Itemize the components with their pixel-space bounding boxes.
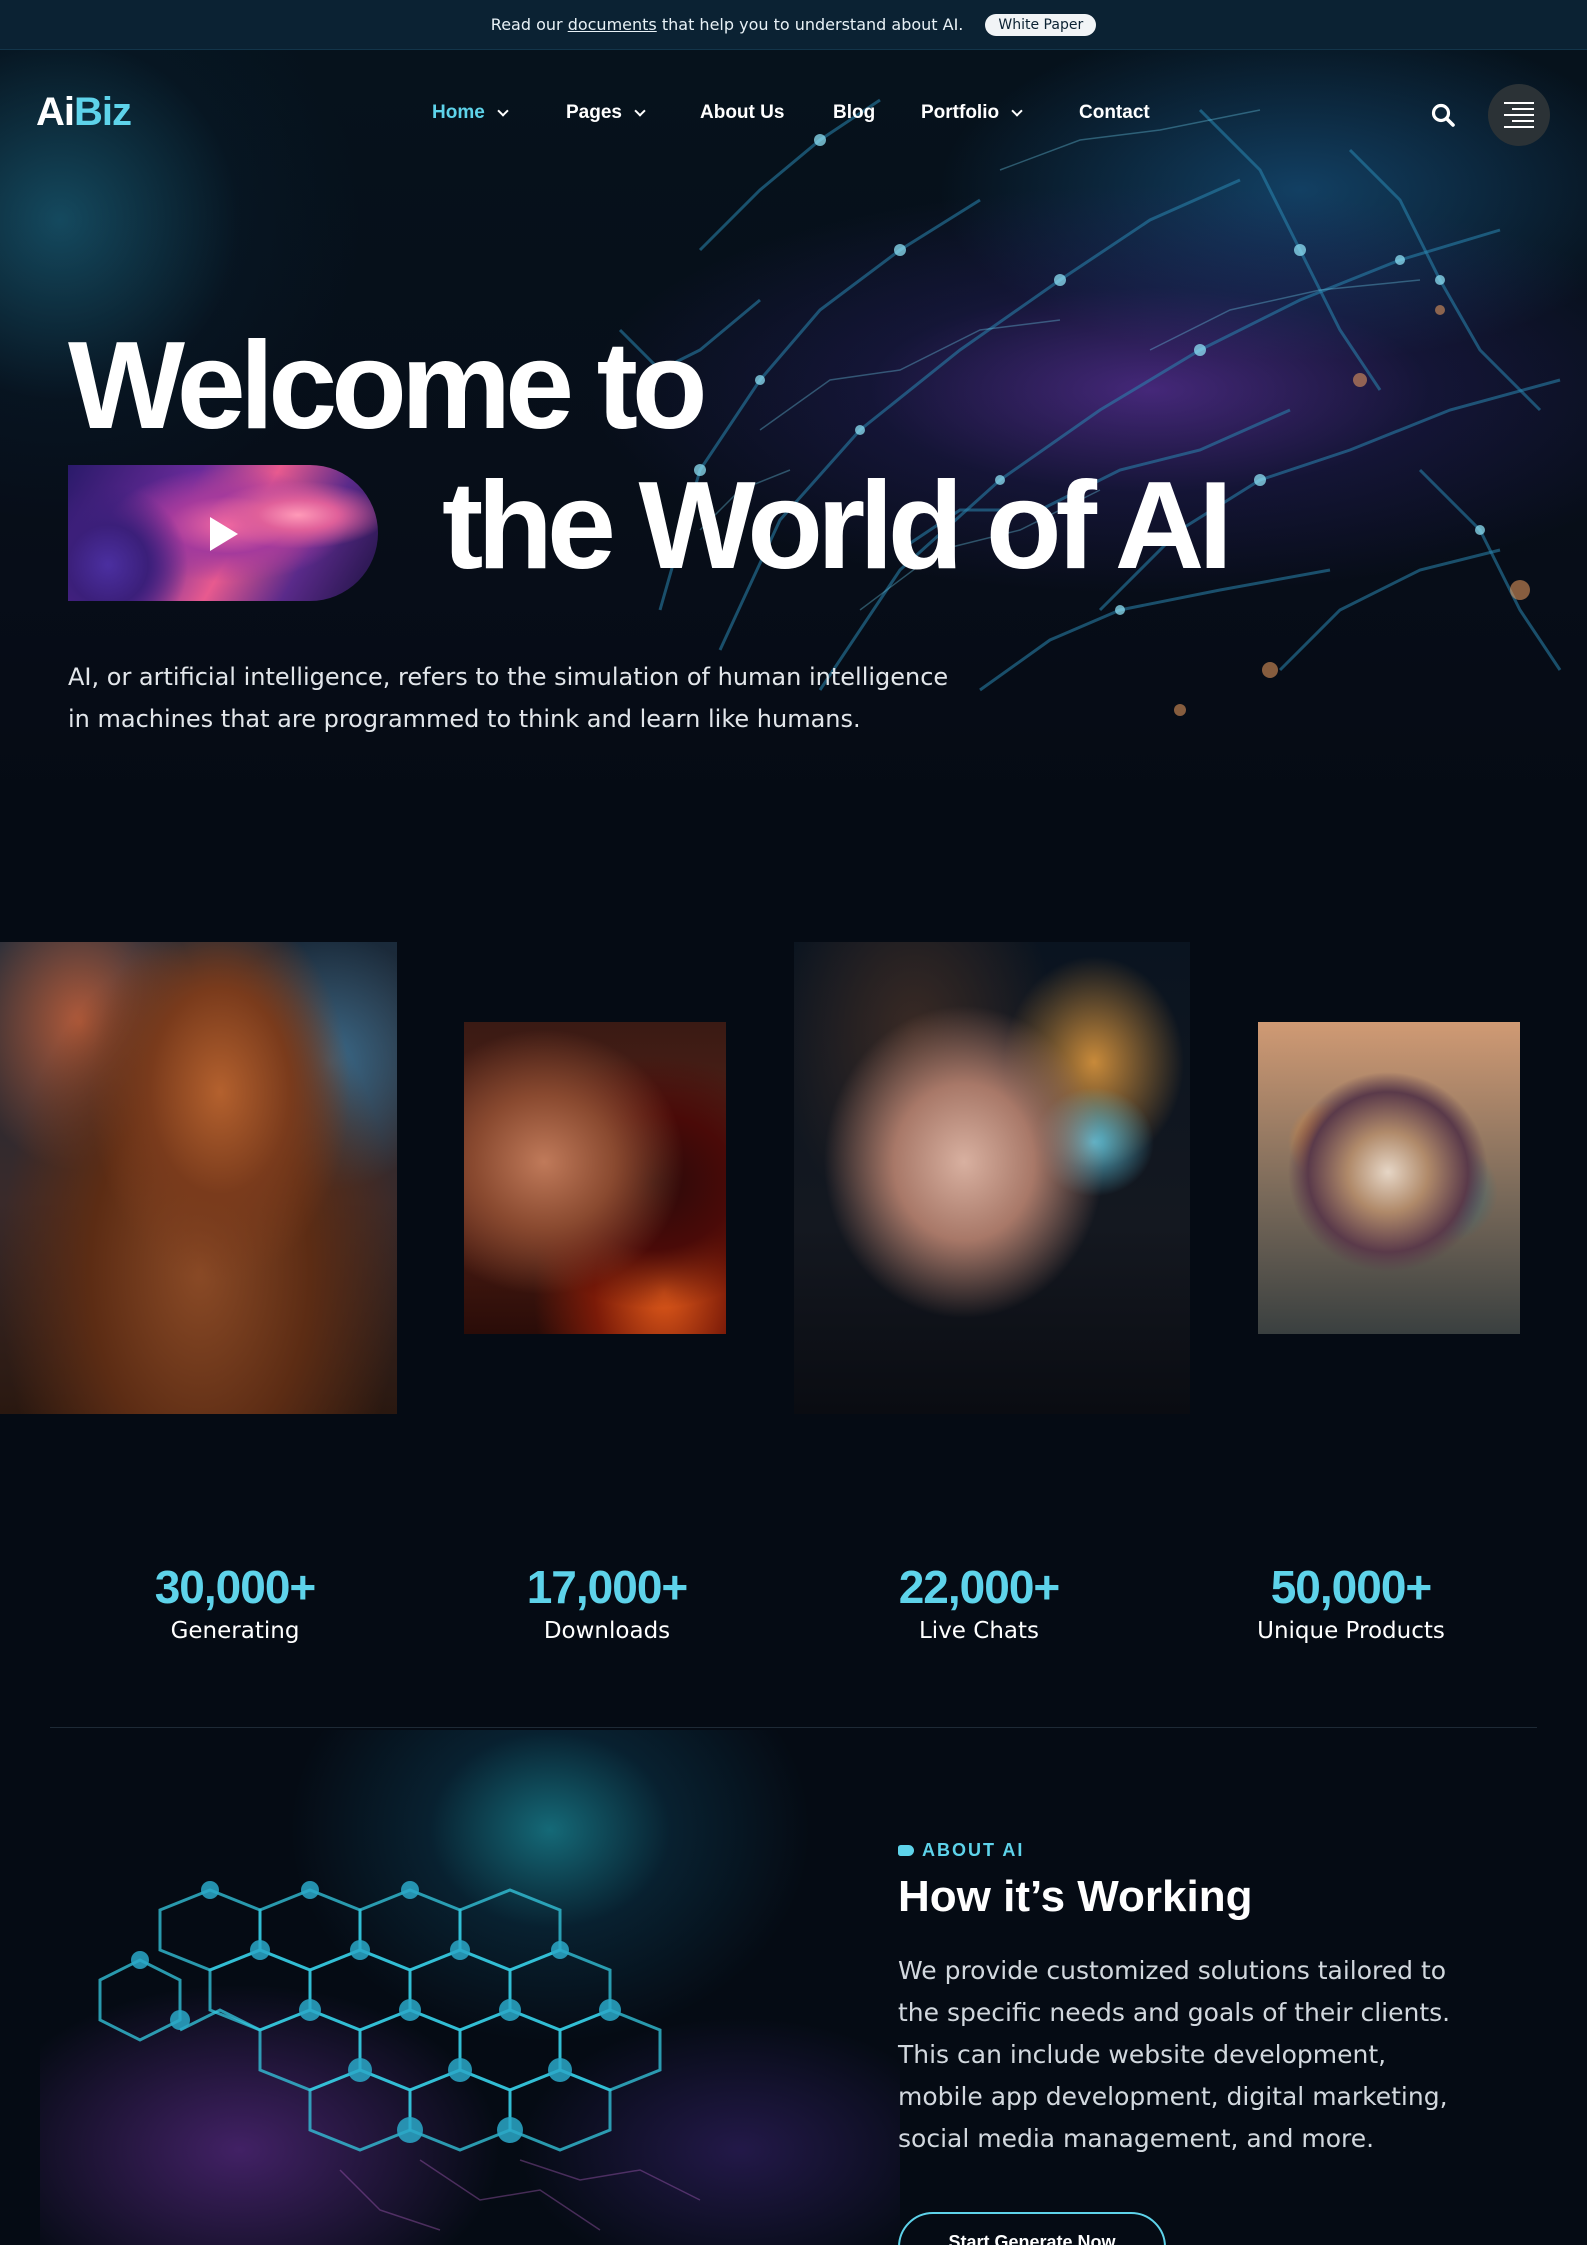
stat-item: 50,000+ Unique Products bbox=[1201, 1560, 1501, 1644]
start-generate-button[interactable]: Start Generate Now bbox=[898, 2212, 1166, 2245]
about-title: How it’s Working bbox=[898, 1872, 1253, 1921]
stat-value: 50,000+ bbox=[1270, 1561, 1433, 1613]
about-description: We provide customized solutions tailored… bbox=[898, 1956, 1451, 2153]
announcement-prefix: Read our bbox=[490, 15, 563, 34]
about-tag-label: ABOUT AI bbox=[922, 1840, 1025, 1860]
section-divider bbox=[50, 1727, 1537, 1728]
nav-item-label: Home bbox=[432, 102, 485, 123]
about-tag: ABOUT AI bbox=[898, 1840, 1024, 1861]
stat-label: Unique Products bbox=[1257, 1618, 1445, 1644]
announcement-bar: Read our documents that help you to unde… bbox=[0, 0, 1587, 50]
brand-logo-part2: Biz bbox=[74, 90, 132, 134]
brand-logo-part1: Ai bbox=[36, 90, 75, 134]
announcement-text: Read our documents that help you to unde… bbox=[491, 15, 964, 34]
stat-item: 17,000+ Downloads bbox=[457, 1560, 757, 1644]
stat-item: 22,000+ Live Chats bbox=[829, 1560, 1129, 1644]
nav-item-contact[interactable]: Contact bbox=[1079, 102, 1150, 124]
nav-menu: Home Pages About Us Blog Portfolio Conta… bbox=[432, 102, 1150, 124]
tag-chip-icon bbox=[898, 1845, 914, 1856]
nav-item-about-us[interactable]: About Us bbox=[700, 102, 833, 124]
stat-value: 22,000+ bbox=[898, 1561, 1061, 1613]
gallery-image-woman-butterfly[interactable] bbox=[794, 942, 1190, 1414]
white-paper-button[interactable]: White Paper bbox=[985, 13, 1097, 36]
nav-item-label: Portfolio bbox=[921, 102, 1000, 123]
menu-icon[interactable] bbox=[1488, 84, 1550, 146]
gallery-image-organic-sphere[interactable] bbox=[1258, 1022, 1520, 1334]
documents-link[interactable]: documents bbox=[568, 15, 657, 34]
hero-title-line2: the World of AI bbox=[442, 457, 1233, 595]
chevron-down-icon bbox=[497, 104, 509, 117]
gallery-image-lion[interactable] bbox=[0, 942, 397, 1414]
play-icon[interactable] bbox=[210, 517, 238, 551]
brand-logo[interactable]: AiBiz bbox=[36, 90, 132, 135]
nav-item-label: Pages bbox=[566, 102, 622, 123]
nav-item-pages[interactable]: Pages bbox=[566, 102, 700, 124]
stat-label: Generating bbox=[170, 1618, 300, 1644]
stat-label: Downloads bbox=[543, 1618, 671, 1644]
hero-video-thumbnail[interactable] bbox=[68, 465, 378, 601]
hero-description: AI, or artificial intelligence, refers t… bbox=[68, 663, 949, 733]
stat-label: Live Chats bbox=[918, 1618, 1039, 1644]
nav-item-label: Contact bbox=[1079, 102, 1150, 123]
stat-value: 17,000+ bbox=[526, 1561, 689, 1613]
search-icon[interactable] bbox=[1430, 102, 1456, 128]
nav-item-label: Blog bbox=[833, 102, 876, 123]
start-generate-label: Start Generate Now bbox=[948, 2232, 1116, 2245]
nav-item-home[interactable]: Home bbox=[432, 102, 566, 124]
chevron-down-icon bbox=[634, 104, 646, 117]
gallery-image-woman-fire[interactable] bbox=[464, 1022, 726, 1334]
stat-item: 30,000+ Generating bbox=[85, 1560, 385, 1644]
announcement-suffix: that help you to understand about AI. bbox=[661, 15, 964, 34]
main-navigation: AiBiz Home Pages About Us Blog Portfolio… bbox=[0, 50, 1587, 180]
stat-value: 30,000+ bbox=[154, 1561, 317, 1613]
nav-item-label: About Us bbox=[700, 102, 785, 123]
hero-title-line1: Welcome to bbox=[68, 317, 708, 455]
nav-item-portfolio[interactable]: Portfolio bbox=[921, 102, 1079, 124]
chevron-down-icon bbox=[1011, 104, 1023, 117]
about-network-image bbox=[40, 1730, 900, 2245]
nav-item-blog[interactable]: Blog bbox=[833, 102, 921, 124]
